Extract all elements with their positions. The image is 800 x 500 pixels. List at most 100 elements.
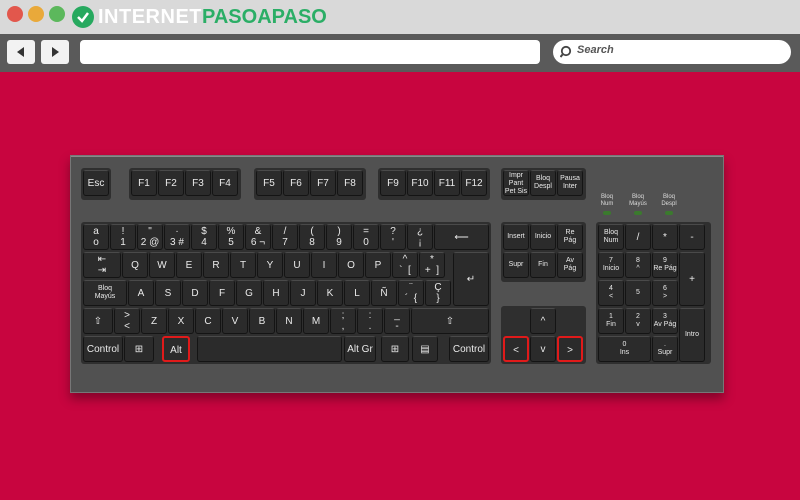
key-lctrl[interactable]: Control bbox=[83, 336, 123, 362]
key-f5[interactable]: F5 bbox=[256, 170, 282, 196]
key-home[interactable]: Inicio bbox=[530, 224, 556, 250]
key-scroll[interactable]: Bloq Despl bbox=[530, 170, 556, 196]
key-pgdn[interactable]: Av Pág bbox=[557, 252, 583, 278]
key-n3[interactable]: · 3 # bbox=[164, 224, 190, 250]
key-n7k[interactable]: 7 Inicio bbox=[598, 252, 624, 278]
key-ndiv[interactable]: / bbox=[625, 224, 651, 250]
key-iexcl[interactable]: ¿ ¡ bbox=[407, 224, 433, 250]
key-n3k[interactable]: 3 Av Pág bbox=[652, 308, 678, 334]
key-h[interactable]: H bbox=[263, 280, 289, 306]
key-n0k[interactable]: 0 Ins bbox=[598, 336, 651, 362]
back-button[interactable] bbox=[7, 40, 35, 64]
key-f4[interactable]: F4 bbox=[212, 170, 238, 196]
key-b[interactable]: B bbox=[249, 308, 275, 334]
key-insert[interactable]: Insert bbox=[503, 224, 529, 250]
key-ccedil[interactable]: Ç } bbox=[425, 280, 451, 306]
key-lwin[interactable]: ⊞ bbox=[124, 336, 154, 362]
key-f8[interactable]: F8 bbox=[337, 170, 363, 196]
search-input[interactable]: Search bbox=[553, 40, 791, 64]
key-esc[interactable]: Esc bbox=[83, 170, 109, 196]
key-delete[interactable]: Supr bbox=[503, 252, 529, 278]
key-tab[interactable]: ⇤ ⇥ bbox=[83, 252, 121, 278]
key-k[interactable]: K bbox=[317, 280, 343, 306]
key-ndot[interactable]: . Supr bbox=[652, 336, 678, 362]
key-i[interactable]: I bbox=[311, 252, 337, 278]
key-f2[interactable]: F2 bbox=[158, 170, 184, 196]
key-nenter[interactable]: Intro bbox=[679, 308, 705, 362]
key-up[interactable]: ^ bbox=[530, 308, 556, 334]
key-grave2[interactable]: ^ ` [ bbox=[392, 252, 418, 278]
key-f7[interactable]: F7 bbox=[310, 170, 336, 196]
key-enter[interactable]: ↵ bbox=[453, 252, 489, 306]
key-ntilde[interactable]: Ñ bbox=[371, 280, 397, 306]
key-left[interactable]: < bbox=[503, 336, 529, 362]
key-n7[interactable]: / 7 bbox=[272, 224, 298, 250]
key-n6k[interactable]: 6 > bbox=[652, 280, 678, 306]
key-space[interactable] bbox=[197, 336, 342, 362]
key-w[interactable]: W bbox=[149, 252, 175, 278]
key-f9[interactable]: F9 bbox=[380, 170, 406, 196]
key-numlock[interactable]: Bloq Num bbox=[598, 224, 624, 250]
key-apos[interactable]: ? ' bbox=[380, 224, 406, 250]
key-n8[interactable]: ( 8 bbox=[299, 224, 325, 250]
key-comma[interactable]: ; , bbox=[330, 308, 356, 334]
key-n1[interactable]: ! 1 bbox=[110, 224, 136, 250]
key-pgup[interactable]: Re Pág bbox=[557, 224, 583, 250]
address-bar[interactable] bbox=[80, 40, 540, 64]
key-e[interactable]: E bbox=[176, 252, 202, 278]
key-prtsc[interactable]: Impr Pant Pet Sis bbox=[503, 170, 529, 196]
close-window-button[interactable] bbox=[7, 6, 23, 22]
key-altgr[interactable]: Alt Gr bbox=[344, 336, 376, 362]
key-n2[interactable]: " 2 @ bbox=[137, 224, 163, 250]
key-rshift[interactable]: ⇧ bbox=[411, 308, 489, 334]
key-period[interactable]: : . bbox=[357, 308, 383, 334]
key-t[interactable]: T bbox=[230, 252, 256, 278]
maximize-window-button[interactable] bbox=[49, 6, 65, 22]
key-lshift[interactable]: ⇧ bbox=[83, 308, 113, 334]
key-n9[interactable]: ) 9 bbox=[326, 224, 352, 250]
key-n5k[interactable]: 5 bbox=[625, 280, 651, 306]
key-f12[interactable]: F12 bbox=[461, 170, 487, 196]
key-f11[interactable]: F11 bbox=[434, 170, 460, 196]
key-f3[interactable]: F3 bbox=[185, 170, 211, 196]
key-a[interactable]: A bbox=[128, 280, 154, 306]
key-nsub[interactable]: - bbox=[679, 224, 705, 250]
key-j[interactable]: J bbox=[290, 280, 316, 306]
key-u[interactable]: U bbox=[284, 252, 310, 278]
key-n9k[interactable]: 9 Re Pág bbox=[652, 252, 678, 278]
key-plus[interactable]: * + ] bbox=[419, 252, 445, 278]
key-pause[interactable]: Pausa Inter bbox=[557, 170, 583, 196]
key-n4[interactable]: $ 4 bbox=[191, 224, 217, 250]
key-f10[interactable]: F10 bbox=[407, 170, 433, 196]
key-backspace[interactable]: ⟵ bbox=[434, 224, 489, 250]
key-grave[interactable]: a o bbox=[83, 224, 109, 250]
key-menu[interactable]: ▤ bbox=[412, 336, 438, 362]
key-f[interactable]: F bbox=[209, 280, 235, 306]
key-o[interactable]: O bbox=[338, 252, 364, 278]
key-n2k[interactable]: 2 v bbox=[625, 308, 651, 334]
key-caps[interactable]: Bloq Mayús bbox=[83, 280, 127, 306]
minimize-window-button[interactable] bbox=[28, 6, 44, 22]
key-n8k[interactable]: 8 ^ bbox=[625, 252, 651, 278]
key-x[interactable]: X bbox=[168, 308, 194, 334]
key-nmul[interactable]: * bbox=[652, 224, 678, 250]
key-y[interactable]: Y bbox=[257, 252, 283, 278]
key-acute[interactable]: ¨ ´ { bbox=[398, 280, 424, 306]
key-n5[interactable]: % 5 bbox=[218, 224, 244, 250]
key-minus[interactable]: _ - bbox=[384, 308, 410, 334]
key-c[interactable]: C bbox=[195, 308, 221, 334]
key-angle[interactable]: > < bbox=[114, 308, 140, 334]
key-p[interactable]: P bbox=[365, 252, 391, 278]
key-n4k[interactable]: 4 < bbox=[598, 280, 624, 306]
key-n6[interactable]: & 6 ¬ bbox=[245, 224, 271, 250]
forward-button[interactable] bbox=[41, 40, 69, 64]
key-n[interactable]: N bbox=[276, 308, 302, 334]
key-rctrl[interactable]: Control bbox=[449, 336, 489, 362]
key-right[interactable]: > bbox=[557, 336, 583, 362]
key-s[interactable]: S bbox=[155, 280, 181, 306]
key-g[interactable]: G bbox=[236, 280, 262, 306]
key-rwin[interactable]: ⊞ bbox=[381, 336, 409, 362]
key-v[interactable]: V bbox=[222, 308, 248, 334]
key-n1k[interactable]: 1 Fin bbox=[598, 308, 624, 334]
key-f6[interactable]: F6 bbox=[283, 170, 309, 196]
